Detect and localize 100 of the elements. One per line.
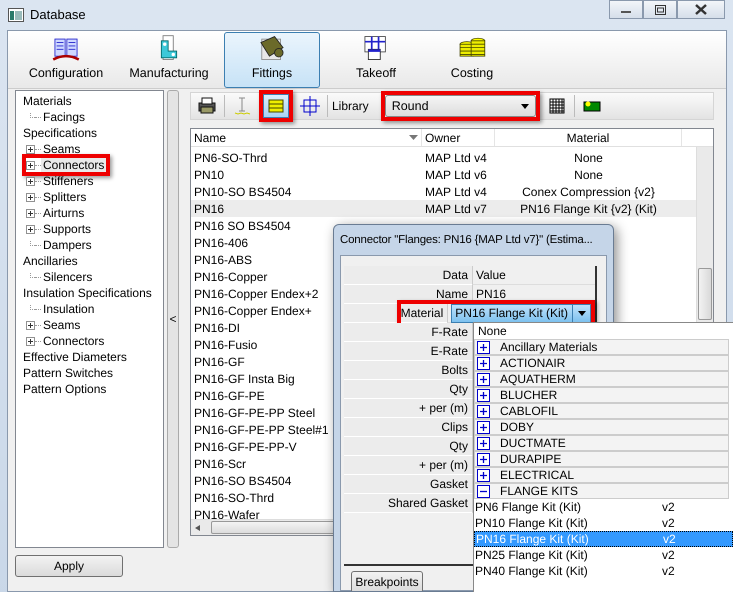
dropdown-option[interactable]: PN6 Flange Kit (Kit) v2 <box>474 499 733 515</box>
table-cell-text: PN16-GF <box>193 354 246 370</box>
expand-icon[interactable] <box>477 340 490 354</box>
library-label: Library <box>332 98 369 115</box>
expand-icon[interactable] <box>477 452 490 466</box>
tree-item[interactable]: Connectors <box>41 158 106 172</box>
collapse-glyph: < <box>169 311 176 328</box>
table-cell-text: None <box>573 150 604 166</box>
expand-icon[interactable] <box>26 336 35 346</box>
table-cell-text: None <box>573 166 604 184</box>
column-header[interactable]: Material <box>495 129 682 146</box>
maximize-button[interactable] <box>643 0 677 19</box>
ribbon-tab[interactable]: Fittings <box>224 32 320 88</box>
tree-item[interactable]: Effective Diameters <box>21 350 129 364</box>
property-value: PN16 <box>476 286 506 303</box>
expand-icon[interactable] <box>477 404 490 418</box>
table-cell-text: PN16-SO BS4504 <box>193 472 292 490</box>
table-cell-text: PN16-406 <box>193 234 250 252</box>
collapse-icon[interactable] <box>477 484 490 498</box>
column-header[interactable]: Owner <box>422 129 495 146</box>
table-cell-text: PN16-Scr <box>193 456 248 472</box>
expand-icon[interactable] <box>26 192 35 202</box>
expand-icon[interactable] <box>26 160 35 170</box>
property-label: + per (m) <box>344 399 472 418</box>
property-label: Clips <box>344 418 472 437</box>
dropdown-option[interactable]: None <box>474 323 733 339</box>
column-header: Data <box>344 266 472 285</box>
tree-item[interactable]: Connectors <box>41 334 106 348</box>
table-cell-text: PN16-Fusio <box>193 336 258 354</box>
table-cell-text: PN16-DI <box>193 320 242 336</box>
table-cell-text: PN16-GF Insta Big <box>193 370 296 388</box>
version-label: v2 <box>663 531 676 548</box>
property-label: F-Rate <box>344 323 472 342</box>
tree-item[interactable]: Supports <box>41 222 94 236</box>
table-cell-text: MAP Ltd v6 <box>424 166 488 184</box>
collapse-splitter[interactable]: < <box>167 90 179 548</box>
table-cell-text: MAP Ltd v4 <box>424 150 488 166</box>
ribbon-tab[interactable]: Takeoff <box>328 32 424 88</box>
column-header[interactable]: Name <box>191 129 422 146</box>
dropdown-option[interactable]: PN25 Flange Kit (Kit) v2 <box>474 547 733 563</box>
table-cell-text: PN16-Copper <box>193 268 268 286</box>
table-cell-text: PN16-GF-PE <box>193 388 266 404</box>
tree-item[interactable]: Stiffeners <box>41 174 96 188</box>
minimize-button[interactable] <box>609 0 643 19</box>
close-icon <box>695 4 707 15</box>
tree-item[interactable]: Pattern Options <box>21 382 108 396</box>
expand-icon[interactable] <box>477 420 490 434</box>
table-cell-text: PN6-SO-Thrd <box>193 150 268 166</box>
tree-item[interactable]: Specifications <box>21 126 100 140</box>
tree-item[interactable]: Splitters <box>41 190 88 204</box>
app-icon <box>8 8 24 22</box>
expand-icon[interactable] <box>477 388 490 402</box>
toolbar-button[interactable] <box>297 94 323 118</box>
dropdown-option[interactable]: PN10 Flange Kit (Kit) v2 <box>474 515 733 531</box>
dropdown-option[interactable]: PN40 Flange Kit (Kit) v2 <box>474 563 733 579</box>
version-label: v2 <box>662 547 675 564</box>
tree-item[interactable]: Insulation <box>41 302 96 316</box>
table-cell-text: PN16-GF-PE-PP Steel <box>193 404 316 422</box>
expand-icon[interactable] <box>477 372 490 386</box>
table-cell-text: PN10 <box>193 166 226 184</box>
expand-icon[interactable] <box>26 144 35 154</box>
group-label[interactable]: DOBY <box>500 418 534 436</box>
library-combo[interactable]: Round <box>384 95 536 117</box>
expand-icon[interactable] <box>477 436 490 450</box>
expand-icon[interactable] <box>477 356 490 370</box>
tree-item[interactable]: Ancillaries <box>21 254 80 268</box>
column-header: Value <box>472 266 595 285</box>
ribbon-tab[interactable]: Costing <box>424 32 520 88</box>
expand-icon[interactable] <box>26 176 35 186</box>
expand-icon[interactable] <box>26 224 35 234</box>
tree-item[interactable]: Insulation Specifications <box>21 286 154 300</box>
tree-item[interactable]: Materials <box>21 94 74 108</box>
table-cell-text: PN16-GF-PE-PP Steel#1 <box>193 422 330 438</box>
property-label: + per (m) <box>344 456 472 475</box>
table-cell-text: PN16-GF-PE-PP-V <box>193 438 298 456</box>
table-cell-text: PN16-SO-Thrd <box>193 490 276 506</box>
tree-item[interactable]: Silencers <box>41 270 94 284</box>
table-cell-text: PN16-Wafer <box>193 506 261 519</box>
sort-arrow-icon <box>409 135 418 140</box>
tree-item[interactable]: Airturns <box>41 206 86 220</box>
window-title: Database <box>30 6 86 24</box>
property-label: Qty <box>344 437 472 456</box>
table-cell-text: PN16-ABS <box>193 252 254 268</box>
breakpoints-button[interactable]: Breakpoints <box>351 571 423 591</box>
expand-icon[interactable] <box>26 320 35 330</box>
tree-item[interactable]: Pattern Switches <box>21 366 116 380</box>
table-cell-text: PN16 Flange Kit {v2} (Kit) <box>519 200 658 218</box>
tree-item[interactable]: Seams <box>41 318 82 332</box>
table-cell-text: PN16-Copper Endex+ <box>193 302 313 320</box>
close-button[interactable] <box>677 0 725 19</box>
apply-button[interactable]: Apply <box>15 555 123 577</box>
ribbon-tab[interactable]: Configuration <box>18 32 114 88</box>
material-combo[interactable]: PN16 Flange Kit (Kit) <box>451 304 591 322</box>
expand-icon[interactable] <box>26 208 35 218</box>
ribbon-tab[interactable]: Manufacturing <box>114 32 224 88</box>
table-cell-text: PN10-SO BS4504 <box>193 184 292 200</box>
tree-item[interactable]: Seams <box>41 142 82 156</box>
tree-item[interactable]: Dampers <box>41 238 94 252</box>
expand-icon[interactable] <box>477 468 490 482</box>
tree-item[interactable]: Facings <box>41 110 88 124</box>
